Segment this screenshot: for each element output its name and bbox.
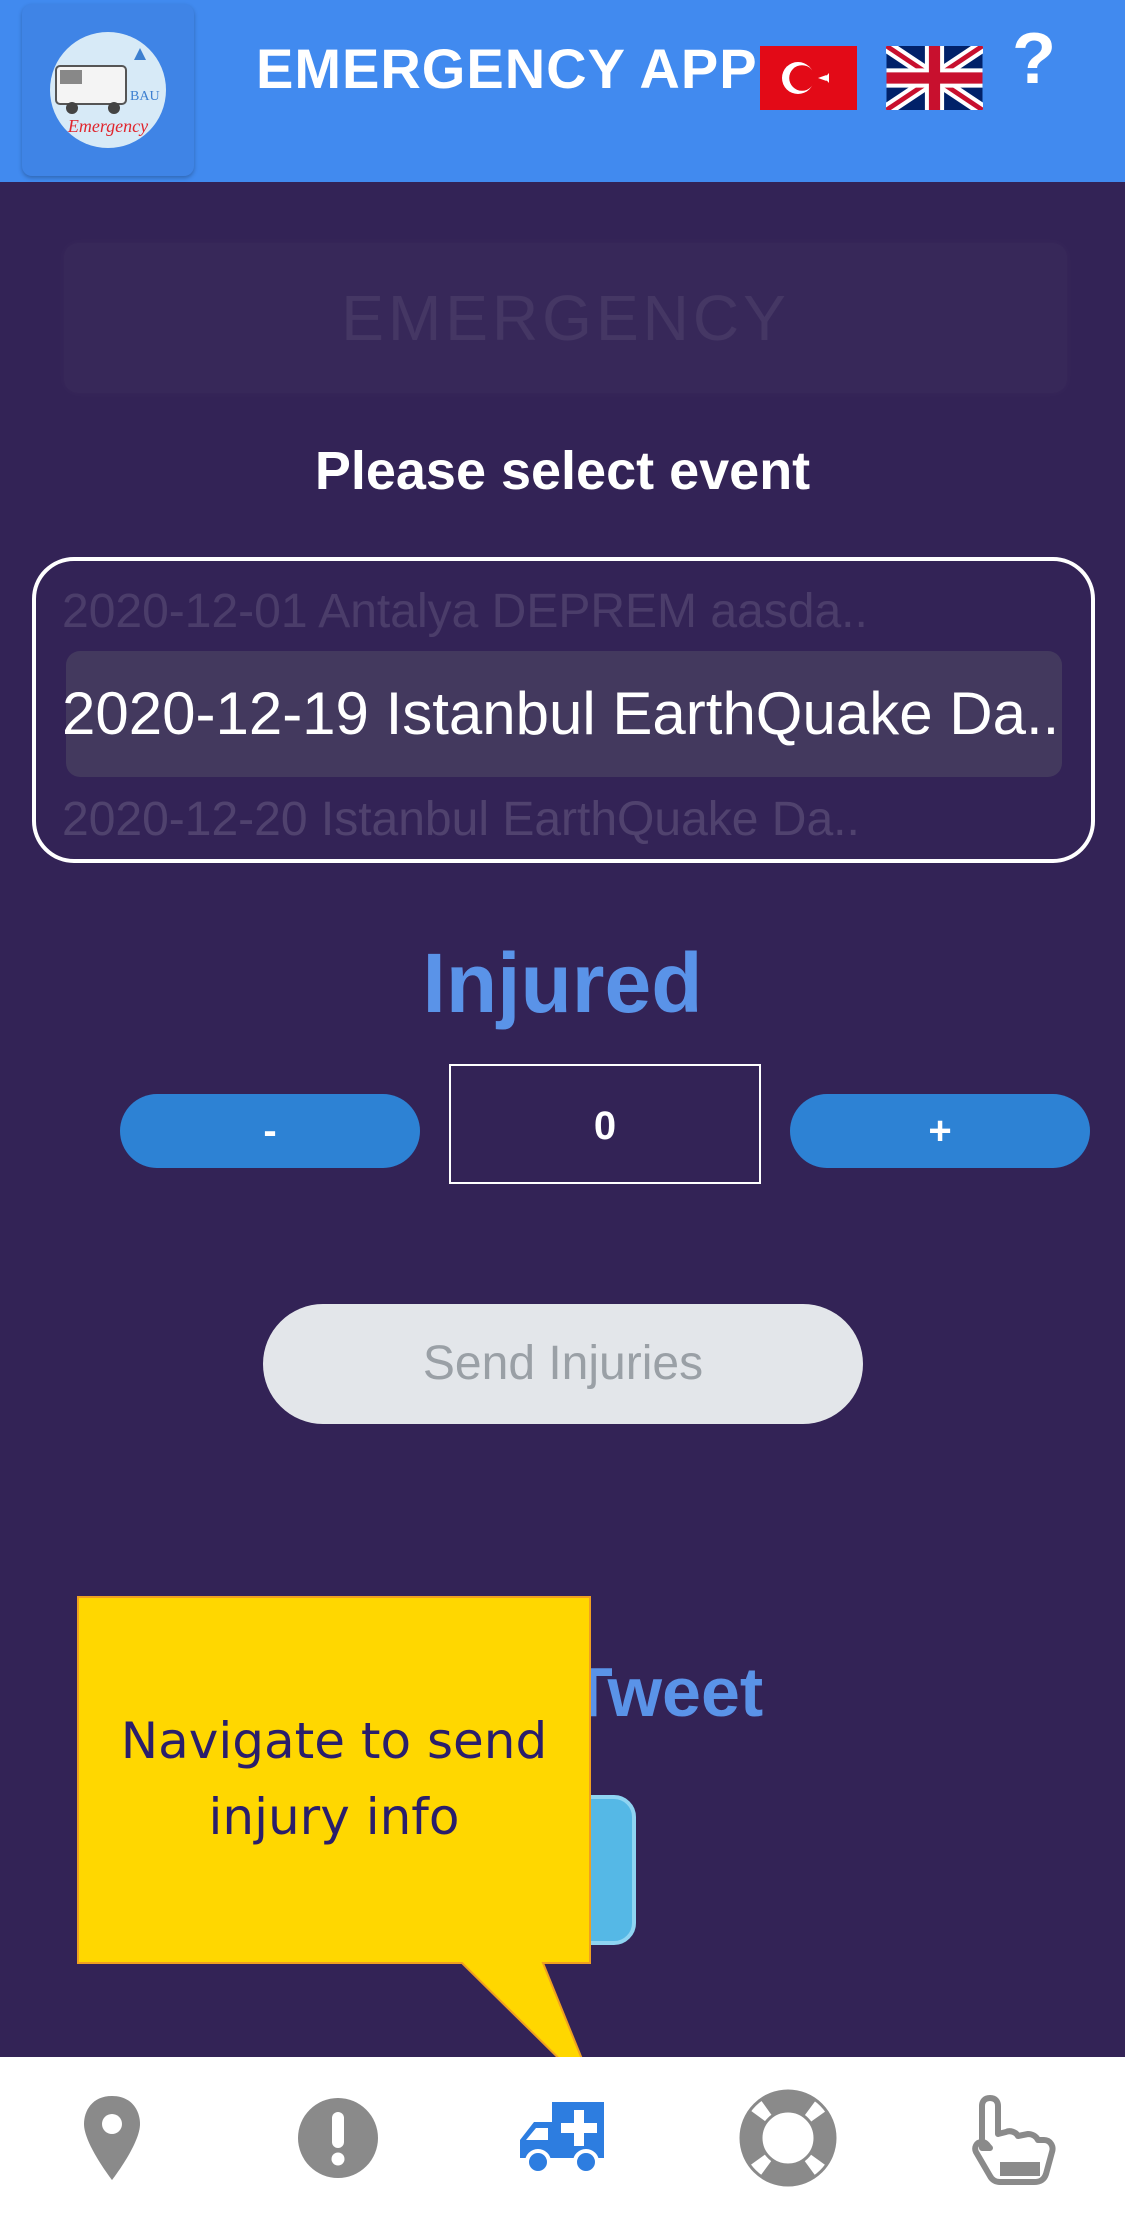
english-flag-icon[interactable] (886, 46, 983, 110)
decrement-button[interactable]: - (120, 1094, 420, 1168)
event-picker[interactable]: 2020-12-01 Antalya DEPREM aasda.. 2020-1… (32, 557, 1095, 863)
app-header: BAU Emergency EMERGENCY APP ? (0, 0, 1125, 182)
app-title: EMERGENCY APP (256, 37, 758, 100)
send-injuries-button[interactable]: Send Injuries (263, 1304, 863, 1424)
tweet-title: Tweet (570, 1653, 764, 1731)
help-button[interactable]: ? (1012, 18, 1056, 100)
injured-count-input[interactable]: 0 (449, 1064, 761, 1184)
picker-option-previous[interactable]: 2020-12-01 Antalya DEPREM aasda.. (36, 577, 1091, 647)
ambulance-icon[interactable] (512, 2088, 612, 2188)
lifebuoy-icon[interactable] (738, 2088, 838, 2188)
tooltip-text: Navigate to send injury info (120, 1712, 548, 1846)
map-pin-icon[interactable] (62, 2088, 162, 2188)
picker-option-next[interactable]: 2020-12-20 Istanbul EarthQuake Da.. (36, 785, 1091, 855)
increment-button[interactable]: + (790, 1094, 1090, 1168)
injured-title: Injured (422, 936, 703, 1030)
alert-icon[interactable] (288, 2088, 388, 2188)
app-logo[interactable]: BAU Emergency (22, 4, 194, 176)
picker-option-selected[interactable]: 2020-12-19 Istanbul EarthQuake Da.. (36, 651, 1091, 777)
touch-icon[interactable] (962, 2088, 1062, 2188)
faded-heading-panel: EMERGENCY (64, 243, 1067, 393)
logo-sub-text: BAU (130, 89, 160, 104)
faded-heading: EMERGENCY (341, 282, 790, 354)
turkish-flag-icon[interactable] (760, 46, 857, 110)
logo-text: Emergency (67, 116, 148, 136)
select-event-label: Please select event (314, 441, 811, 501)
